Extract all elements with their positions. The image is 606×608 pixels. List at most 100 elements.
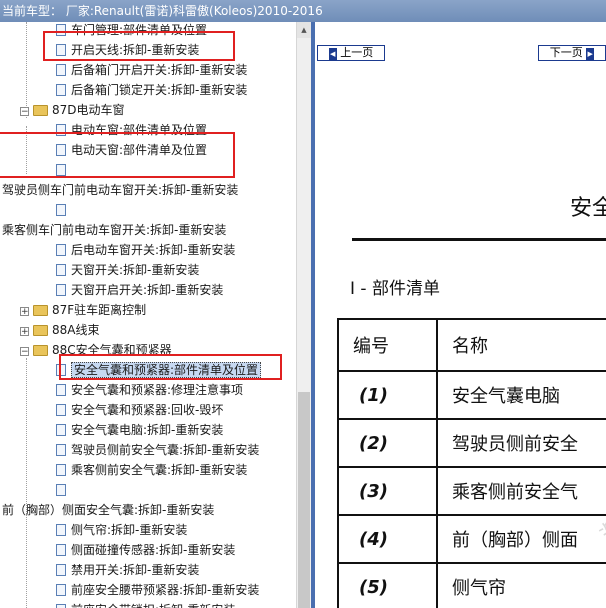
part-number-cell: (5) [337, 562, 438, 608]
document-icon [56, 264, 66, 276]
part-number-cell: (4) [337, 514, 438, 564]
document-icon [56, 424, 66, 436]
annotation-box [0, 132, 235, 178]
tree-item[interactable]: 前座安全带锁扣:拆卸-重新安装 [56, 600, 235, 608]
document-icon [56, 204, 66, 216]
tree-item-label: 天窗开关:拆卸-重新安装 [71, 263, 200, 277]
part-name-cell: 乘客侧前安全气 [436, 466, 606, 516]
prev-page-label: 上一页 [340, 46, 374, 59]
scrollbar-thumb[interactable] [298, 392, 310, 608]
document-icon [56, 604, 66, 608]
document-icon [56, 584, 66, 596]
tree-item[interactable]: 安全气囊电脑:拆卸-重新安装 [56, 420, 223, 440]
tree-item[interactable]: 前（胸部）侧面安全气囊:拆卸-重新安装 [2, 500, 214, 520]
folder-icon [33, 305, 48, 316]
tree-item[interactable]: 乘客侧车门前电动车窗开关:拆卸-重新安装 [2, 220, 226, 240]
tree-item[interactable]: +88A线束 [20, 320, 99, 340]
tree-item[interactable]: 后电动车窗开关:拆卸-重新安装 [56, 240, 235, 260]
heading-rule [352, 238, 606, 241]
tree-item[interactable] [56, 480, 71, 500]
table-row: (1) 安全气囊电脑 [337, 370, 606, 420]
tree-item-label: 安全气囊电脑:拆卸-重新安装 [71, 423, 224, 437]
annotation-box [59, 354, 282, 380]
tree-item[interactable]: 禁用开关:拆卸-重新安装 [56, 560, 199, 580]
document-icon [56, 524, 66, 536]
folder-open-icon [33, 345, 48, 356]
tree-item-label: 天窗开启开关:拆卸-重新安装 [71, 283, 224, 297]
part-name-cell: 安全气囊电脑 [436, 370, 606, 420]
scroll-up-arrow-icon[interactable]: ▲ [297, 22, 311, 38]
expand-icon[interactable]: + [20, 307, 29, 317]
tree-item[interactable]: 安全气囊和预紧器:修理注意事项 [56, 380, 243, 400]
table-header-row: 编号 名称 [337, 318, 606, 372]
tree-item[interactable]: 乘客侧前安全气囊:拆卸-重新安装 [56, 460, 247, 480]
tree-item-label: 87D电动车窗 [52, 103, 125, 117]
triangle-left-icon: ◀ [328, 48, 337, 60]
tree-item[interactable]: 前座安全腰带预紧器:拆卸-重新安装 [56, 580, 259, 600]
tree-item[interactable]: 后备箱门开启开关:拆卸-重新安装 [56, 60, 247, 80]
tree-item-label: 驾驶员侧前安全气囊:拆卸-重新安装 [71, 443, 260, 457]
tree-item-label: 后电动车窗开关:拆卸-重新安装 [71, 243, 236, 257]
tree-item-label: 乘客侧车门前电动车窗开关:拆卸-重新安装 [2, 223, 227, 237]
tree-scrollbar[interactable]: ▲ [296, 22, 311, 608]
page-nav-bar: ◀ 上一页 下一页 ▶ [315, 22, 606, 64]
parts-table: 编号 名称 (1) 安全气囊电脑 (2) 驾驶员侧前安全 (3) 乘客侧前安全气 (4) 前（… [337, 318, 606, 608]
tree-item[interactable]: +87F驻车距离控制 [20, 300, 146, 320]
tree-item[interactable]: 侧面碰撞传感器:拆卸-重新安装 [56, 540, 235, 560]
tree-item[interactable]: 侧气帘:拆卸-重新安装 [56, 520, 187, 540]
triangle-right-icon: ▶ [586, 48, 595, 60]
document-icon [56, 484, 66, 496]
collapse-icon[interactable]: − [20, 347, 29, 357]
document-icon [56, 64, 66, 76]
expand-icon[interactable]: + [20, 327, 29, 337]
next-page-label: 下一页 [549, 46, 583, 59]
document-icon [56, 244, 66, 256]
column-header-name: 名称 [436, 318, 606, 372]
folder-icon [33, 325, 48, 336]
tree-item-label: 驾驶员侧车门前电动车窗开关:拆卸-重新安装 [2, 183, 239, 197]
document-icon [56, 404, 66, 416]
table-row: (5) 侧气帘 [337, 562, 606, 608]
tree-item[interactable]: 天窗开启开关:拆卸-重新安装 [56, 280, 223, 300]
tree-item-label: 侧气帘:拆卸-重新安装 [71, 523, 188, 537]
document-icon [56, 84, 66, 96]
tree-item[interactable]: 后备箱门锁定开关:拆卸-重新安装 [56, 80, 247, 100]
next-page-button[interactable]: 下一页 ▶ [538, 45, 606, 61]
tree-item-label: 88A线束 [52, 323, 100, 337]
tree-item-label: 前座安全腰带预紧器:拆卸-重新安装 [71, 583, 260, 597]
tree-item[interactable]: 驾驶员侧车门前电动车窗开关:拆卸-重新安装 [2, 180, 238, 200]
tree-item[interactable]: 天窗开关:拆卸-重新安装 [56, 260, 199, 280]
tree-item[interactable]: − 87D电动车窗 [20, 100, 125, 120]
tree-item-label: 乘客侧前安全气囊:拆卸-重新安装 [71, 463, 248, 477]
document-icon [56, 444, 66, 456]
tree-item-label: 后备箱门锁定开关:拆卸-重新安装 [71, 83, 248, 97]
column-header-number: 编号 [337, 318, 438, 372]
part-number-cell: (2) [337, 418, 438, 468]
part-name-cell: 驾驶员侧前安全 [436, 418, 606, 468]
tree-item-label: 前（胸部）侧面安全气囊:拆卸-重新安装 [2, 503, 215, 517]
document-heading: 安全 [570, 196, 606, 221]
table-row: (3) 乘客侧前安全气 [337, 466, 606, 516]
tree-item[interactable]: 安全气囊和预紧器:回收-毁坏 [56, 400, 223, 420]
collapse-icon[interactable]: − [20, 107, 29, 117]
tree-item[interactable] [56, 200, 71, 220]
document-icon [56, 384, 66, 396]
document-icon [56, 284, 66, 296]
part-number-cell: (1) [337, 370, 438, 420]
annotation-box [43, 31, 235, 61]
tree-item-label: 侧面碰撞传感器:拆卸-重新安装 [71, 543, 236, 557]
part-name-cell: 前（胸部）侧面 [436, 514, 606, 564]
part-name-cell: 侧气帘 [436, 562, 606, 608]
tree-item-label: 87F驻车距离控制 [52, 303, 147, 317]
tree-item-label: 后备箱门开启开关:拆卸-重新安装 [71, 63, 248, 77]
document-icon [56, 564, 66, 576]
table-row: (4) 前（胸部）侧面 [337, 514, 606, 564]
folder-open-icon [33, 105, 48, 116]
tree-item[interactable]: 驾驶员侧前安全气囊:拆卸-重新安装 [56, 440, 259, 460]
navigation-tree[interactable]: 车门管理:部件清单及位置 开启天线:拆卸-重新安装 后备箱门开启开关:拆卸-重新安装… [0, 22, 296, 608]
tree-guide-line [26, 358, 27, 608]
prev-page-button[interactable]: ◀ 上一页 [317, 45, 385, 61]
part-number-cell: (3) [337, 466, 438, 516]
tree-item-label: 安全气囊和预紧器:修理注意事项 [71, 383, 244, 397]
table-row: (2) 驾驶员侧前安全 [337, 418, 606, 468]
